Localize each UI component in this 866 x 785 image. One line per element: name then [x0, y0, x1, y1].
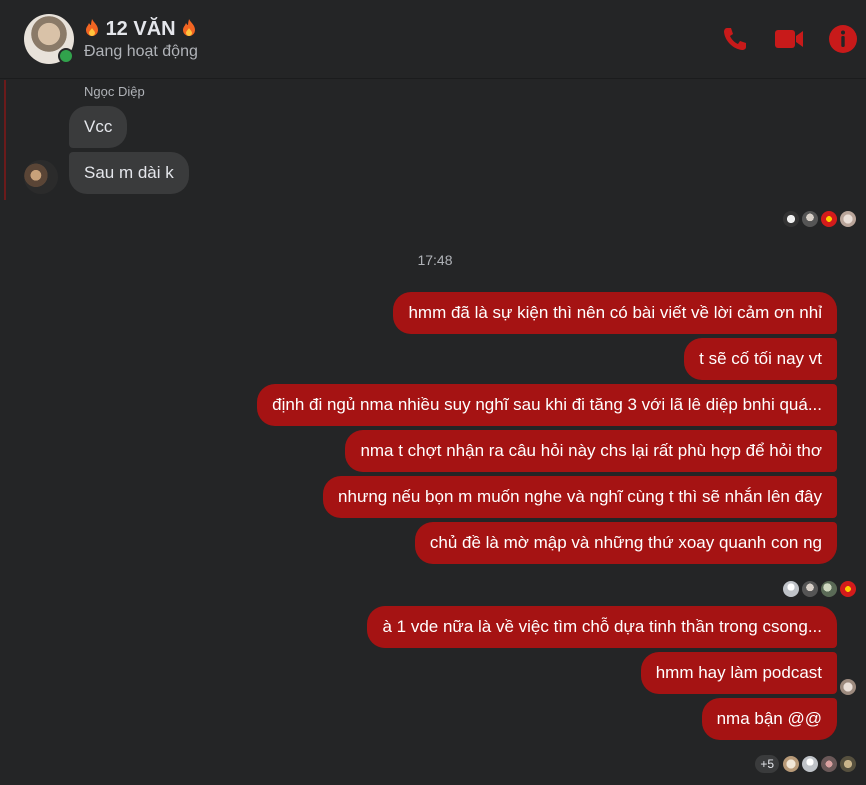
chat-header: 12 VĂN Đang hoạt động [0, 0, 866, 79]
reader-avatar [840, 756, 856, 772]
fire-icon [183, 19, 196, 36]
message-bubble-incoming[interactable]: Vcc [69, 106, 128, 148]
reader-avatar [783, 211, 799, 227]
more-readers-badge[interactable]: +5 [755, 755, 779, 773]
reader-avatar [821, 756, 837, 772]
message-bubble-outgoing[interactable]: hmm hay làm podcast [640, 652, 837, 694]
reader-avatar [821, 581, 837, 597]
message-bubble-outgoing[interactable]: nhưng nếu bọn m muốn nghe và nghĩ cùng t… [323, 476, 837, 518]
chat-title[interactable]: 12 VĂN [84, 18, 197, 41]
phone-icon[interactable] [718, 22, 752, 56]
chat-title-text: 12 VĂN [105, 18, 176, 40]
sender-avatar[interactable] [24, 160, 58, 194]
message-bubble-outgoing[interactable]: nma bận @@ [701, 698, 837, 740]
message-bubble-outgoing[interactable]: định đi ngủ nma nhiều suy nghĩ sau khi đ… [257, 384, 837, 426]
active-status: Đang hoạt động [84, 43, 198, 60]
online-status-dot [58, 48, 74, 64]
reader-avatar [783, 581, 799, 597]
reader-avatar [802, 756, 818, 772]
reader-avatar [840, 581, 856, 597]
info-icon[interactable] [826, 22, 860, 56]
message-bubble-outgoing[interactable]: chủ đề là mờ mập và những thứ xoay quanh… [414, 522, 837, 564]
read-receipts[interactable] [783, 210, 856, 228]
message-bubble-outgoing[interactable]: hmm đã là sự kiện thì nên có bài viết về… [393, 292, 837, 334]
read-receipts[interactable] [840, 678, 856, 696]
message-bubble-outgoing[interactable]: nma t chợt nhận ra câu hỏi này chs lại r… [345, 430, 837, 472]
read-receipts[interactable]: +5 [755, 755, 856, 773]
reader-avatar [840, 679, 856, 695]
reader-avatar [821, 211, 837, 227]
sender-name: Ngọc Diệp [84, 84, 145, 99]
message-bubble-outgoing[interactable]: à 1 vde nữa là về việc tìm chỗ dựa tinh … [367, 606, 837, 648]
video-camera-icon[interactable] [772, 22, 806, 56]
reader-avatar [783, 756, 799, 772]
message-timestamp: 17:48 [417, 252, 453, 268]
read-receipts[interactable] [783, 580, 856, 598]
thread-indicator [4, 80, 6, 200]
fire-icon [86, 19, 98, 36]
message-bubble-outgoing[interactable]: t sẽ cố tối nay vt [684, 338, 837, 380]
reader-avatar [802, 211, 818, 227]
reader-avatar [840, 211, 856, 227]
message-bubble-incoming[interactable]: Sau m dài k [69, 152, 189, 194]
reader-avatar [802, 581, 818, 597]
